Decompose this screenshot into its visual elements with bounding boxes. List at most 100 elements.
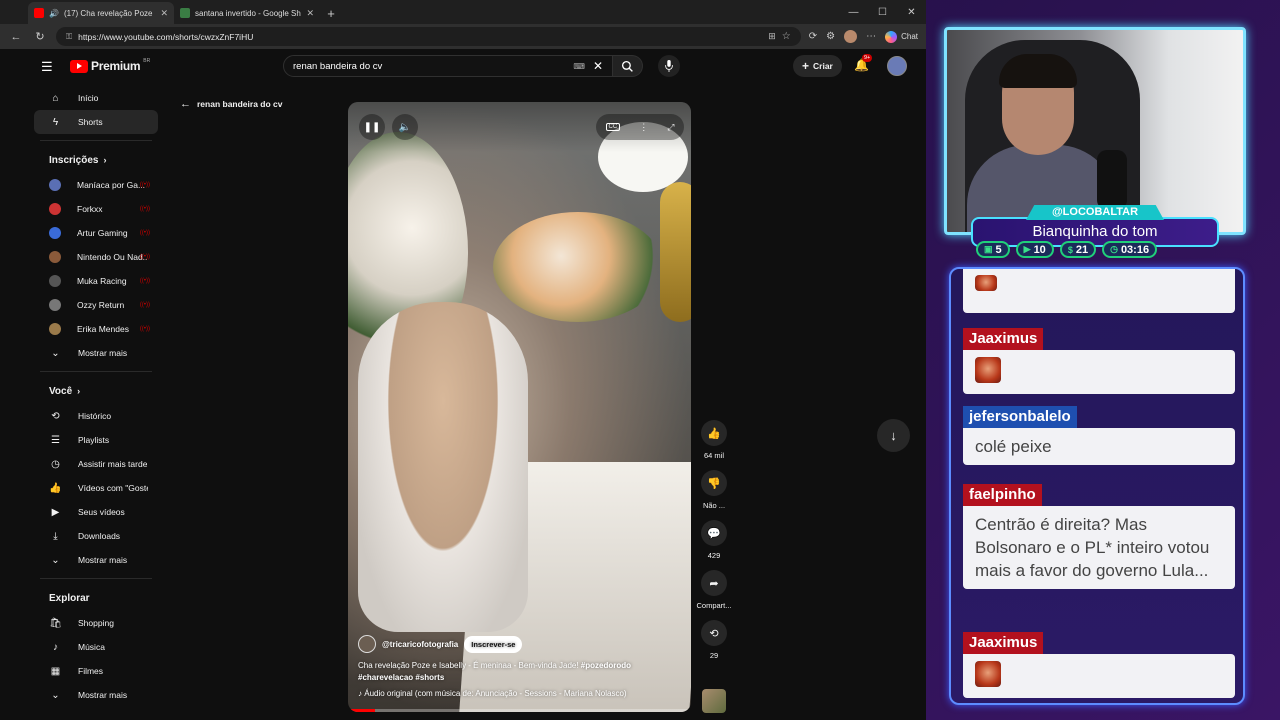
- close-window-button[interactable]: ✕: [897, 0, 926, 24]
- dislike-action[interactable]: 👎 Não ...: [696, 470, 732, 510]
- url-field[interactable]: ⚿ https://www.youtube.com/shorts/cwzxZnF…: [56, 27, 801, 46]
- close-tab-icon[interactable]: ✕: [160, 8, 168, 19]
- sidebar-item-explore[interactable]: 🛍 Shopping: [34, 611, 158, 635]
- sidebar-item-shorts[interactable]: ϟ Shorts: [34, 110, 158, 134]
- notifications-button[interactable]: 🔔 9+: [854, 54, 873, 72]
- chevron-down-icon: ⌄: [51, 347, 60, 359]
- search-input[interactable]: renan bandeira do cv ⌨ ✕: [283, 55, 613, 77]
- thumbs-down-icon[interactable]: 👎: [701, 470, 727, 496]
- thumbs-up-icon[interactable]: 👍: [701, 420, 727, 446]
- hashtag-link[interactable]: #pozedorodo: [581, 661, 631, 670]
- share-label: Compart...: [696, 601, 732, 610]
- like-action[interactable]: 👍 64 mil: [696, 420, 732, 460]
- sidebar-item-label: Seus vídeos: [78, 507, 125, 517]
- new-tab-button[interactable]: +: [320, 2, 342, 24]
- next-short-button[interactable]: ↓: [877, 419, 910, 452]
- youtube-icon: [34, 8, 44, 18]
- sidebar-item-you[interactable]: 👍 Vídeos com "Gostei": [34, 476, 158, 500]
- sidebar-item-subscription[interactable]: Ozzy Return ((•)): [34, 293, 158, 317]
- chat-icon: ▣: [984, 244, 993, 254]
- copilot-chat-button[interactable]: Chat: [885, 30, 918, 43]
- channel-name[interactable]: @tricaricofotografia: [382, 640, 458, 649]
- clear-search-icon[interactable]: ✕: [593, 59, 603, 73]
- app-icon[interactable]: ⊞: [768, 31, 776, 42]
- sidebar-item-label: Artur Gaming: [77, 228, 128, 238]
- remix-action[interactable]: ⟲ 29: [696, 620, 732, 660]
- streamer-hair: [999, 54, 1077, 88]
- live-indicator-icon: ((•)): [139, 302, 150, 308]
- channel-row: @tricaricofotografia Inscrever-se: [358, 635, 681, 653]
- audio-row[interactable]: ♪ Áudio original (com música de: Anuncia…: [358, 689, 681, 698]
- menu-icon[interactable]: ☰: [41, 59, 53, 75]
- tab-youtube[interactable]: 🔊 (17) Cha revelação Poze e Isab... ✕: [28, 2, 174, 24]
- close-tab-icon[interactable]: ✕: [306, 8, 314, 19]
- you-header[interactable]: Você ›: [34, 382, 158, 400]
- explore-list: 🛍 Shopping ♪ Música ▦ Filmes: [26, 611, 166, 683]
- sidebar-item-home[interactable]: ⌂ Início: [34, 86, 158, 110]
- more-options-icon[interactable]: ⋮: [639, 122, 648, 133]
- sidebar-item-label: Histórico: [78, 411, 112, 421]
- back-icon[interactable]: ←: [8, 31, 24, 43]
- pause-button[interactable]: ❚❚: [359, 114, 385, 140]
- speaker-icon[interactable]: 🔊: [49, 9, 59, 18]
- arrow-left-icon: ←: [180, 98, 191, 110]
- stat-chat: ▣ 5: [976, 241, 1010, 258]
- minimize-button[interactable]: —: [839, 0, 868, 24]
- share-icon[interactable]: ➦: [701, 570, 727, 596]
- maximize-button[interactable]: ☐: [868, 0, 897, 24]
- sidebar-item-subscription[interactable]: Artur Gaming ((•)): [34, 221, 158, 245]
- sidebar-item-you[interactable]: ⟲ Histórico: [34, 404, 158, 428]
- streamer-handle: @LOCOBALTAR: [1026, 205, 1164, 220]
- sidebar-item-you[interactable]: ☰ Playlists: [34, 428, 158, 452]
- voice-search-button[interactable]: [658, 55, 680, 77]
- sidebar-item-subscription[interactable]: Maníaca por Ga... ((•)): [34, 173, 158, 197]
- show-more-button[interactable]: ⌄ Mostrar mais: [34, 683, 158, 707]
- keyboard-icon[interactable]: ⌨: [573, 62, 585, 71]
- sidebar-item-explore[interactable]: ♪ Música: [34, 635, 158, 659]
- sidebar-item-subscription[interactable]: Erika Mendes ((•)): [34, 317, 158, 341]
- refresh-extension-icon[interactable]: ⟳: [809, 31, 817, 42]
- live-indicator-icon: ((•)): [139, 182, 150, 188]
- tab-shopping[interactable]: santana invertido - Google Shopp... ✕: [174, 2, 320, 24]
- create-button[interactable]: + Criar: [793, 55, 842, 77]
- reload-icon[interactable]: ↻: [32, 30, 48, 43]
- profile-avatar[interactable]: [844, 30, 858, 43]
- chat-message: jefersonbalelo colé peixe: [963, 406, 1235, 465]
- fullscreen-icon[interactable]: ⤢: [667, 122, 674, 133]
- sidebar-item-label: Assistir mais tarde: [78, 459, 148, 469]
- volume-button[interactable]: 🔈: [392, 114, 418, 140]
- tab-title: (17) Cha revelação Poze e Isab...: [63, 8, 155, 18]
- hashtag-link[interactable]: #charevelacao #shorts: [358, 673, 444, 682]
- show-more-button[interactable]: ⌄ Mostrar mais: [34, 548, 158, 572]
- sidebar-item-subscription[interactable]: Nintendo Ou Nad... ((•)): [34, 245, 158, 269]
- comments-action[interactable]: 💬 429: [696, 520, 732, 560]
- channel-avatar: [49, 275, 61, 287]
- share-action[interactable]: ➦ Compart...: [696, 570, 732, 610]
- subscriptions-header[interactable]: Inscrições ›: [34, 151, 158, 169]
- channel-avatar[interactable]: [358, 635, 376, 653]
- sidebar-item-you[interactable]: ◷ Assistir mais tarde: [34, 452, 158, 476]
- youtube-logo[interactable]: Premium BR: [70, 58, 150, 73]
- progress-bar[interactable]: [348, 709, 691, 712]
- sidebar-item-subscription[interactable]: Muka Racing ((•)): [34, 269, 158, 293]
- sidebar-item-you[interactable]: ⤓ Downloads: [34, 524, 158, 548]
- remix-icon[interactable]: ⟲: [701, 620, 727, 646]
- audio-thumbnail[interactable]: [702, 689, 726, 713]
- subscribe-button[interactable]: Inscrever-se: [464, 635, 523, 653]
- show-more-button[interactable]: ⌄ Mostrar mais: [34, 341, 158, 365]
- captions-icon[interactable]: CC: [605, 123, 621, 131]
- sidebar-item-subscription[interactable]: Forkxx ((•)): [34, 197, 158, 221]
- sidebar-item-explore[interactable]: ▦ Filmes: [34, 659, 158, 683]
- favorite-star-icon[interactable]: ☆: [782, 31, 791, 42]
- short-video-player[interactable]: ❚❚ 🔈 CC ⋮ ⤢ @tricaricofotografia Inscrev…: [348, 102, 691, 712]
- comment-icon[interactable]: 💬: [701, 520, 727, 546]
- sidebar-item-you[interactable]: ▶ Seus vídeos: [34, 500, 158, 524]
- user-avatar[interactable]: [887, 56, 907, 76]
- divider: [40, 578, 152, 579]
- back-to-search-link[interactable]: ← renan bandeira do cv: [180, 98, 283, 110]
- more-menu-icon[interactable]: ⋯: [866, 31, 876, 42]
- dislike-label: Não ...: [702, 501, 726, 510]
- search-button[interactable]: [613, 55, 643, 77]
- extensions-icon[interactable]: ⚙: [826, 31, 835, 42]
- sidebar-item-label: Playlists: [78, 435, 110, 445]
